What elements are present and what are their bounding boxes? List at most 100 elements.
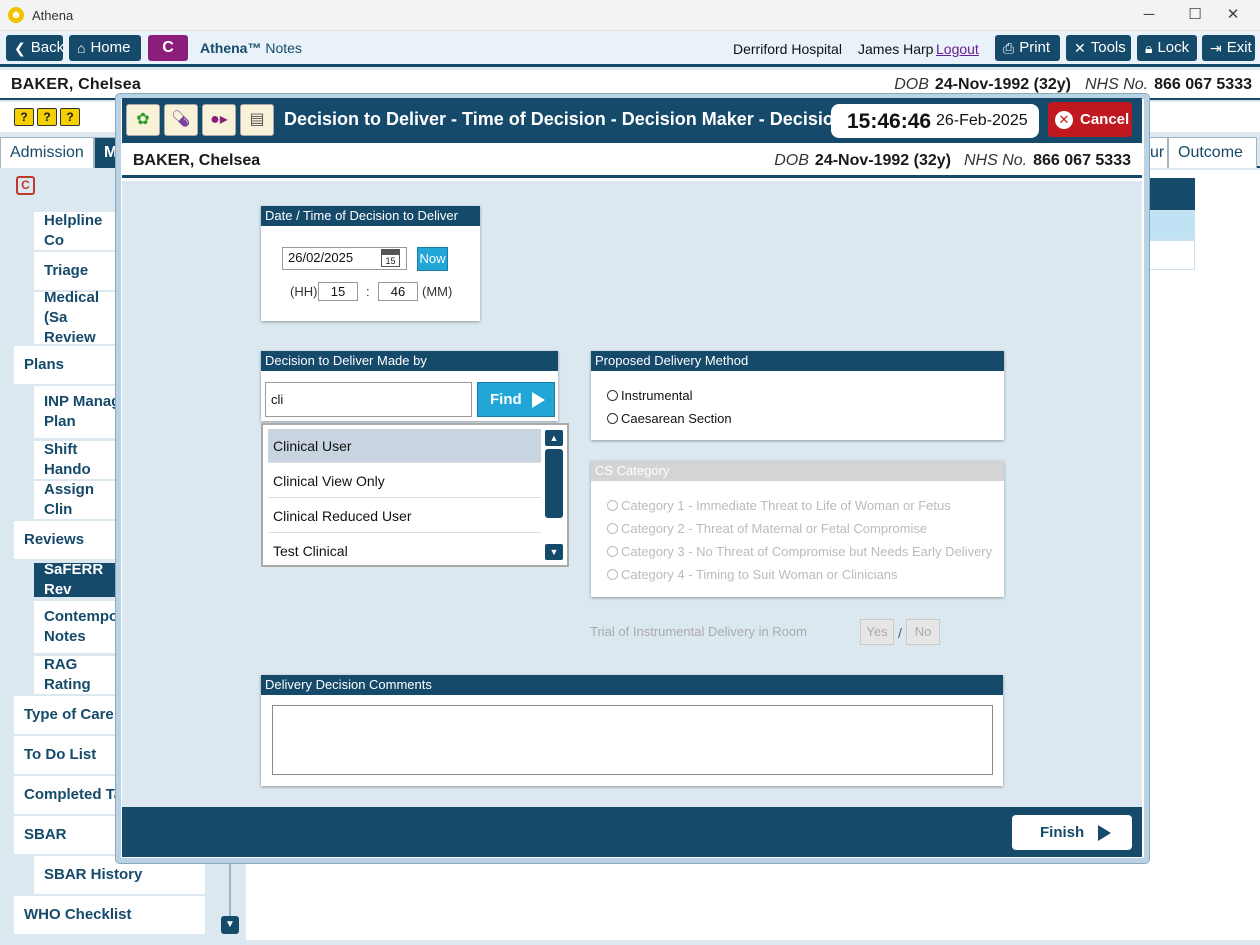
tab-outcome[interactable]: Outcome	[1168, 137, 1257, 168]
sidebar-item-shift-handover[interactable]: Shift Hando	[34, 441, 124, 479]
sidebar-item-rag-rating[interactable]: RAG Rating	[34, 656, 124, 694]
patient-name: BAKER, Chelsea	[11, 76, 141, 93]
sidebar-item-sbar[interactable]: SBAR	[14, 816, 124, 854]
clock-display: 15:46:46 26-Feb-2025	[831, 104, 1039, 138]
tools-button[interactable]: ✕ Tools	[1066, 35, 1131, 61]
radio-circle	[607, 500, 618, 511]
list-item[interactable]: Clinical View Only	[268, 464, 541, 498]
athena-logo-icon: ☻	[8, 7, 24, 23]
patient-details: DOB 24-Nov-1992 (32y) NHS No. 866 067 5333	[774, 152, 1131, 169]
arrow-right-icon	[1098, 824, 1112, 841]
scroll-down-icon[interactable]: ▼	[221, 916, 239, 934]
radio-instrumental[interactable]: Instrumental	[607, 388, 693, 403]
sidebar-item-plans[interactable]: Plans	[14, 346, 124, 384]
flower-icon[interactable]: ✿	[126, 104, 160, 136]
arrow-right-icon	[531, 391, 545, 408]
panel-header: Date / Time of Decision to Deliver	[261, 206, 480, 226]
scroll-up-icon[interactable]: ▲	[545, 430, 563, 446]
sidebar-item-helpline[interactable]: Helpline Co	[34, 212, 124, 250]
close-circle-icon: ✕	[1055, 110, 1073, 129]
chevron-left-icon: ❮	[14, 40, 26, 56]
app-name: Athena™ Notes	[200, 40, 302, 56]
panel-header: Decision to Deliver Made by	[261, 351, 558, 371]
sidebar-item-triage[interactable]: Triage	[34, 252, 124, 290]
current-date: 26-Feb-2025	[936, 112, 1028, 129]
modal-patient-banner: BAKER, Chelsea DOB 24-Nov-1992 (32y) NHS N…	[122, 145, 1142, 178]
panel-header: CS Category	[591, 461, 1004, 481]
trial-no-button[interactable]: No	[906, 619, 940, 645]
logout-link[interactable]: Logout	[936, 41, 979, 57]
panel-header: Proposed Delivery Method	[591, 351, 1004, 371]
tab-admission[interactable]: Admission	[0, 137, 94, 168]
finish-button[interactable]: Finish	[1012, 815, 1132, 850]
comments-textarea[interactable]	[272, 705, 993, 775]
c-icon[interactable]: C	[16, 176, 35, 195]
help-icon[interactable]: ?	[14, 108, 34, 126]
notepad-icon[interactable]: ▤	[240, 104, 274, 136]
list-item[interactable]: Clinical User	[268, 429, 541, 463]
radio-cs-category-1[interactable]: Category 1 - Immediate Threat to Life of…	[607, 498, 951, 513]
back-button[interactable]: ❮ Back	[6, 35, 64, 61]
now-button[interactable]: Now	[417, 247, 448, 271]
modal-footer	[122, 807, 1142, 857]
patient-details: DOB 24-Nov-1992 (32y) NHS No. 866 067 5333	[894, 76, 1252, 93]
list-scrollbar-thumb[interactable]	[545, 449, 563, 518]
minimize-icon[interactable]: ─	[1126, 0, 1172, 31]
current-time: 15:46:46	[847, 110, 932, 133]
time-colon: :	[366, 284, 370, 299]
help-icon[interactable]: ?	[60, 108, 80, 126]
user-name: James Harp	[858, 41, 934, 57]
mother-baby-icon[interactable]: ●▸	[202, 104, 236, 136]
mm-label: (MM)	[422, 284, 453, 299]
trial-separator: /	[898, 625, 902, 641]
window-title: Athena	[32, 7, 74, 23]
radio-cs-category-4[interactable]: Category 4 - Timing to Suit Woman or Cli…	[607, 567, 897, 582]
radio-circle	[607, 546, 618, 557]
cancel-button[interactable]: ✕ Cancel	[1048, 102, 1132, 137]
radio-circle	[607, 569, 618, 580]
exit-button[interactable]: ⇥ Exit	[1202, 35, 1255, 61]
minute-input[interactable]: 46	[378, 282, 418, 301]
trial-label: Trial of Instrumental Delivery in Room	[590, 624, 807, 639]
trial-yes-button[interactable]: Yes	[860, 619, 894, 645]
sidebar-item-medical-review[interactable]: Medical (Sa Review	[34, 289, 124, 346]
lock-button[interactable]: 🔒︎ Lock	[1137, 35, 1197, 61]
sidebar-item-to-do-list[interactable]: To Do List	[14, 736, 124, 774]
modal-title: Decision to Deliver - Time of Decision -…	[284, 109, 832, 129]
tools-icon: ✕	[1074, 40, 1086, 56]
maker-search-input[interactable]: cli	[265, 382, 472, 417]
exit-icon: ⇥	[1210, 40, 1222, 56]
sidebar-item-type-of-care[interactable]: Type of Care	[14, 696, 124, 734]
radio-circle	[607, 413, 618, 424]
list-item[interactable]: Clinical Reduced User	[268, 499, 541, 533]
panel-header: Delivery Decision Comments	[261, 675, 1003, 695]
radio-cs-category-3[interactable]: Category 3 - No Threat of Compromise but…	[607, 544, 992, 559]
home-icon: ⌂	[77, 40, 86, 56]
lock-icon: 🔒︎	[1145, 40, 1153, 56]
sidebar-item-assign-clinician[interactable]: Assign Clin	[34, 481, 124, 519]
sidebar-item-saferr-review[interactable]: SaFERR Rev	[34, 561, 124, 598]
help-icon[interactable]: ?	[37, 108, 57, 126]
pill-icon[interactable]: 💊︎	[164, 104, 198, 136]
list-item[interactable]: Test Clinical	[268, 534, 541, 568]
hour-input[interactable]: 15	[318, 282, 358, 301]
radio-caesarean[interactable]: Caesarean Section	[607, 411, 732, 426]
sidebar-item-contemporaneous-notes[interactable]: Contempo Notes	[34, 601, 124, 653]
calendar-icon[interactable]: 15	[381, 249, 400, 267]
scroll-down-icon[interactable]: ▼	[545, 544, 563, 560]
find-button[interactable]: Find	[477, 382, 555, 417]
patient-name: BAKER, Chelsea	[133, 152, 261, 169]
radio-circle	[607, 390, 618, 401]
printer-icon: ⎙	[1003, 40, 1015, 56]
window-titlebar: ☻ Athena	[0, 0, 1260, 31]
radio-cs-category-2[interactable]: Category 2 - Threat of Maternal or Fetal…	[607, 521, 927, 536]
sidebar-item-who-checklist[interactable]: WHO Checklist	[14, 896, 205, 934]
sidebar-item-completed-tasks[interactable]: Completed Ta	[14, 776, 124, 814]
home-button[interactable]: ⌂ Home	[69, 35, 141, 61]
brand-logo[interactable]: C	[148, 35, 188, 61]
print-button[interactable]: ⎙ Print	[995, 35, 1060, 61]
sidebar-item-inp-plan[interactable]: INP Manag Plan	[34, 386, 124, 438]
sidebar-item-reviews[interactable]: Reviews	[14, 521, 124, 559]
hh-label: (HH)	[290, 284, 318, 299]
close-window-icon[interactable]: ✕	[1210, 0, 1256, 31]
